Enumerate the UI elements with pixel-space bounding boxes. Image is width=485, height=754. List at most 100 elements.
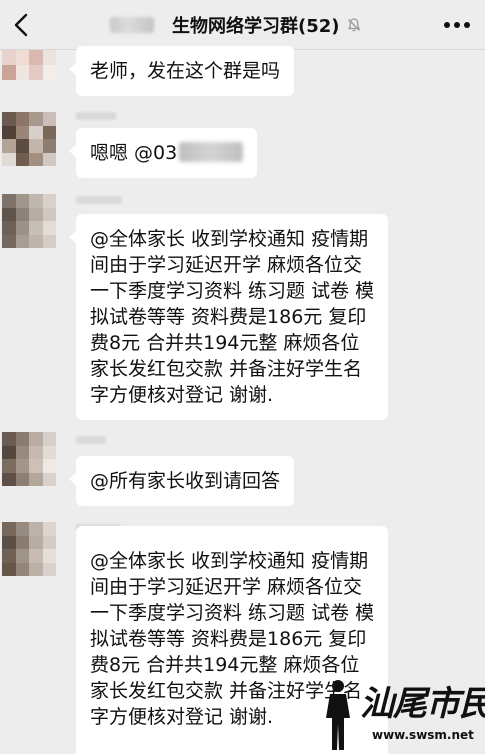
avatar-mosaic-tile [29,445,43,459]
message-line: 拟试卷等等 资料费是186元 复印 [90,628,367,650]
avatar-mosaic-tile [15,152,29,166]
avatar-mosaic-tile [29,139,43,153]
avatar-mosaic-tile [29,207,43,221]
message-line: @全体家长 收到学校通知 疫情期 [90,228,369,250]
avatar-mosaic-tile [15,445,29,459]
avatar-mosaic-tile [15,207,29,221]
avatar-mosaic-tile [29,432,43,446]
avatar-mosaic-tile [2,432,16,446]
avatar-mosaic-tile [29,522,43,536]
avatar-mosaic-tile [29,125,43,139]
message-bubble[interactable]: @全体家长 收到学校通知 疫情期 间由于学习延迟开学 麻烦各位交 一下季度学习资… [68,214,389,420]
avatar-mosaic-tile [15,112,29,126]
avatar-mosaic-tile [42,445,56,459]
avatar-mosaic-tile [15,50,29,65]
avatar-mosaic-tile [42,472,56,486]
message-line: 一下季度学习资料 练习题 试卷 模 [90,280,375,302]
redacted-mention [179,142,244,162]
message-line: 间由于学习延迟开学 麻烦各位交 [90,254,363,276]
avatar-mosaic-tile [42,562,56,576]
more-button[interactable] [439,7,475,43]
avatar-mosaic-tile [15,432,29,446]
watermark-logo-text: 汕尾市民网 [360,684,485,724]
avatar-mosaic-tile [29,50,43,65]
chevron-left-icon [14,13,28,37]
redacted-title-prefix [110,17,154,33]
avatar[interactable] [2,194,56,248]
avatar[interactable] [2,432,56,486]
avatar-mosaic-tile [15,125,29,139]
avatar-mosaic-tile [15,139,29,153]
avatar-mosaic-tile [42,139,56,153]
avatar-mosaic-tile [2,522,16,536]
avatar-mosaic-tile [2,459,16,473]
avatar[interactable] [2,50,56,80]
redacted-sender-name [76,436,106,444]
avatar-mosaic-tile [29,65,43,80]
avatar-mosaic-tile [2,207,16,221]
avatar-mosaic-tile [15,562,29,576]
message-text: 嗯嗯 @03 [90,140,244,166]
avatar-mosaic-tile [42,152,56,166]
avatar-mosaic-tile [15,535,29,549]
avatar-mosaic-tile [15,65,29,80]
avatar-mosaic-tile [15,221,29,235]
avatar-mosaic-tile [42,535,56,549]
chat-screen: 生物网络学习群(52) 老师，发在这个群是吗 嗯嗯 @03 @全体家长 收到学校… [0,0,485,754]
avatar-mosaic-tile [15,459,29,473]
avatar-mosaic-tile [2,535,16,549]
avatar-mosaic-tile [29,152,43,166]
redacted-sender-name [76,196,122,204]
avatar-mosaic-tile [29,472,43,486]
avatar-mosaic-tile [42,50,56,65]
chat-title: 生物网络学习群(52) [172,16,340,37]
message-text: @所有家长收到请回答 [90,470,281,492]
bell-muted-icon [347,18,360,32]
more-dots-icon [444,22,470,28]
chat-title-area: 生物网络学习群(52) [110,0,410,50]
avatar-mosaic-tile [42,194,56,208]
message-text: 老师，发在这个群是吗 [90,60,281,82]
avatar-mosaic-tile [2,125,16,139]
message-line: 一下季度学习资料 练习题 试卷 模 [90,602,375,624]
message-bubble[interactable]: 嗯嗯 @03 [68,128,258,178]
avatar-mosaic-tile [2,139,16,153]
avatar-mosaic-tile [42,207,56,221]
chat-header: 生物网络学习群(52) [0,0,485,50]
message-bubble[interactable]: @所有家长收到请回答 [68,456,295,506]
avatar[interactable] [2,522,56,576]
message-line: 拟试卷等等 资料费是186元 复印 [90,306,367,328]
avatar-mosaic-tile [15,194,29,208]
avatar-mosaic-tile [29,194,43,208]
watermark-url: www.swsm.net [372,728,474,742]
avatar-mosaic-tile [15,472,29,486]
message-line: 家长发红包交款 并备注好学生名 [90,358,363,380]
avatar-mosaic-tile [2,152,16,166]
avatar-mosaic-tile [15,234,29,248]
avatar-mosaic-tile [29,549,43,563]
message-line: 费8元 合并共194元整 麻烦各位 [90,332,360,354]
avatar-mosaic-tile [2,472,16,486]
message-line: 字方便核对登记 谢谢. [90,384,274,406]
avatar-mosaic-tile [15,549,29,563]
avatar-mosaic-tile [29,562,43,576]
avatar-mosaic-tile [2,221,16,235]
avatar-mosaic-tile [2,194,16,208]
avatar-mosaic-tile [2,65,16,80]
avatar-mosaic-tile [42,125,56,139]
avatar-mosaic-tile [2,234,16,248]
avatar-mosaic-tile [29,535,43,549]
avatar-mosaic-tile [42,522,56,536]
back-button[interactable] [6,7,42,43]
avatar-mosaic-tile [42,221,56,235]
avatar-mosaic-tile [42,459,56,473]
avatar-mosaic-tile [29,459,43,473]
avatar-mosaic-tile [42,65,56,80]
person-silhouette-icon [326,680,350,750]
avatar[interactable] [2,112,56,166]
message-line: 间由于学习延迟开学 麻烦各位交 [90,576,363,598]
avatar-mosaic-tile [42,234,56,248]
message-text-prefix: 嗯嗯 @03 [90,142,178,164]
message-bubble[interactable]: 老师，发在这个群是吗 [68,46,295,96]
avatar-mosaic-tile [2,50,16,65]
